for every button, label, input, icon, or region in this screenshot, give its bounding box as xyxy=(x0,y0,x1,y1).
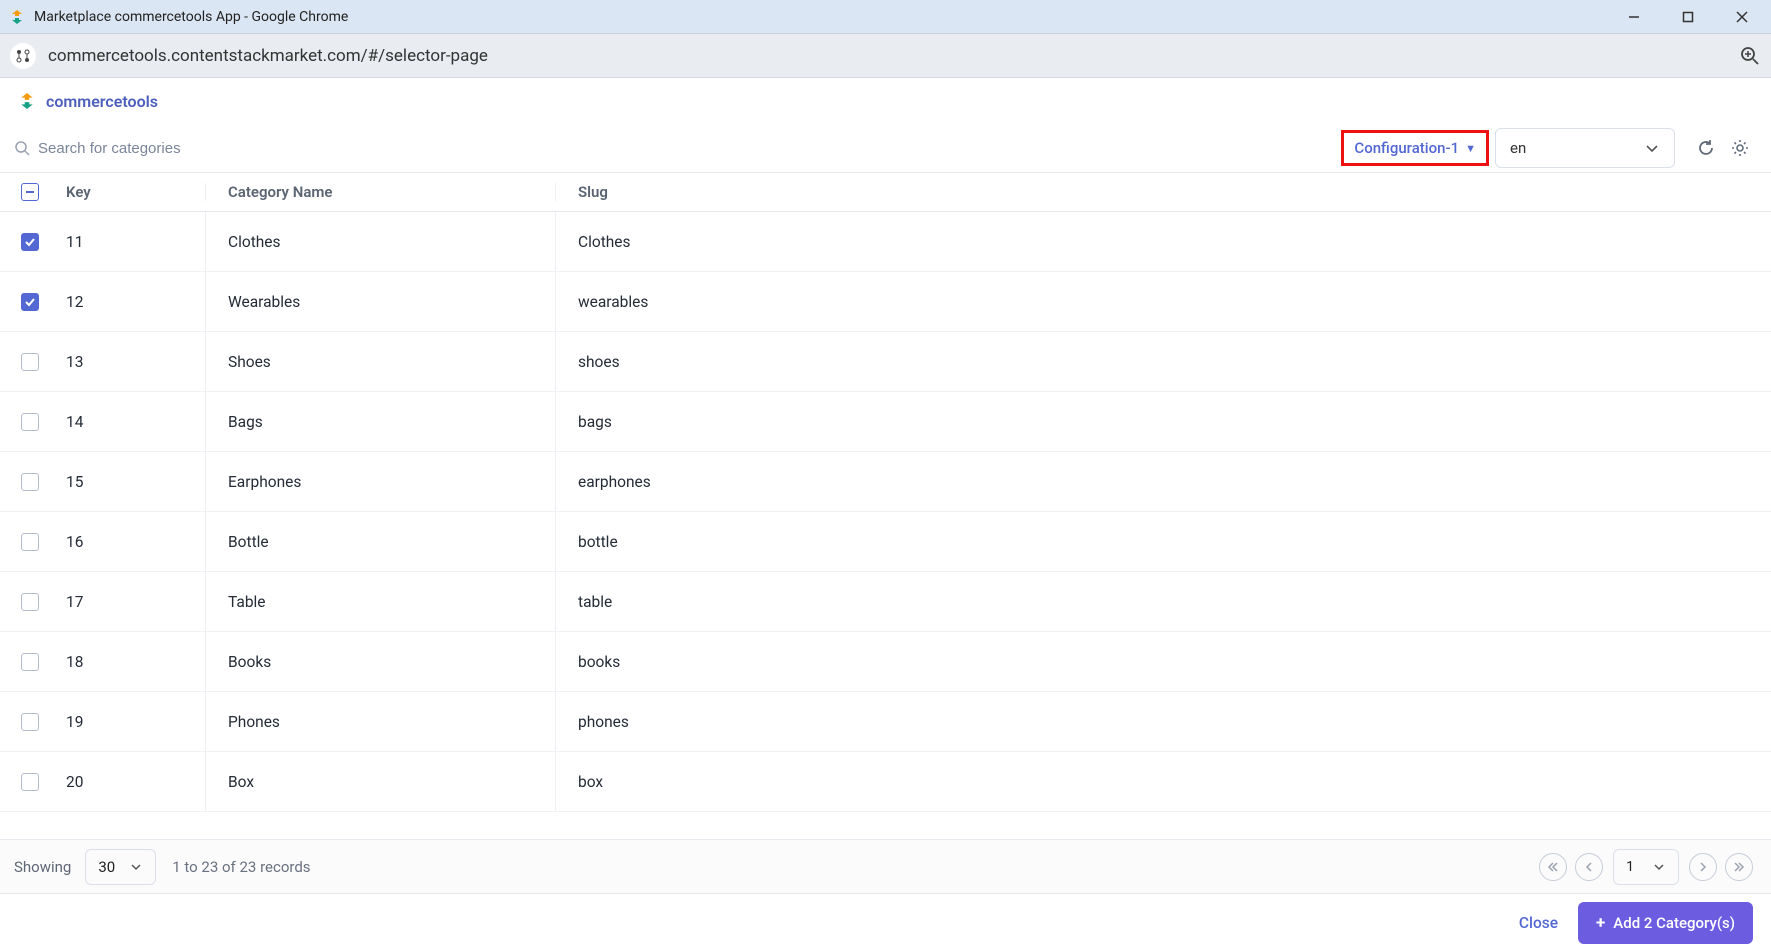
table-row[interactable]: 18 Books books xyxy=(0,632,1771,692)
row-checkbox[interactable] xyxy=(21,533,39,551)
cell-name: Shoes xyxy=(205,332,555,391)
chevron-down-icon xyxy=(1652,860,1666,874)
page-number-dropdown[interactable]: 1 xyxy=(1613,849,1679,885)
cell-name: Bags xyxy=(205,392,555,451)
close-window-button[interactable] xyxy=(1729,4,1755,30)
table-row[interactable]: 19 Phones phones xyxy=(0,692,1771,752)
table-row[interactable]: 11 Clothes Clothes xyxy=(0,212,1771,272)
row-checkbox[interactable] xyxy=(21,473,39,491)
page-next-button[interactable] xyxy=(1689,853,1717,881)
url-text[interactable]: commercetools.contentstackmarket.com/#/s… xyxy=(48,46,1739,66)
cell-slug: earphones xyxy=(555,452,1771,511)
window-title: Marketplace commercetools App - Google C… xyxy=(34,9,1621,25)
table-header-row: Key Category Name Slug xyxy=(0,172,1771,212)
row-checkbox[interactable] xyxy=(21,713,39,731)
cell-key: 18 xyxy=(60,653,205,671)
cell-name: Wearables xyxy=(205,272,555,331)
cell-slug: Clothes xyxy=(555,212,1771,271)
app-header: commercetools xyxy=(0,78,1771,124)
cell-key: 13 xyxy=(60,353,205,371)
cell-name: Earphones xyxy=(205,452,555,511)
cell-key: 14 xyxy=(60,413,205,431)
cell-key: 20 xyxy=(60,773,205,791)
configuration-dropdown[interactable]: Configuration-1 ▼ xyxy=(1341,130,1489,166)
site-info-icon[interactable] xyxy=(10,43,36,69)
configuration-label: Configuration-1 xyxy=(1354,139,1459,157)
page-size-dropdown[interactable]: 30 xyxy=(85,849,156,885)
commercetools-logo-icon xyxy=(18,92,36,110)
row-checkbox[interactable] xyxy=(21,233,39,251)
refresh-button[interactable] xyxy=(1689,131,1723,165)
close-button[interactable]: Close xyxy=(1519,914,1558,932)
cell-slug: box xyxy=(555,752,1771,811)
cell-key: 16 xyxy=(60,533,205,551)
cell-name: Bottle xyxy=(205,512,555,571)
page-last-button[interactable] xyxy=(1725,853,1753,881)
pagination-bar: Showing 30 1 to 23 of 23 records 1 xyxy=(0,839,1771,893)
browser-addressbar: commercetools.contentstackmarket.com/#/s… xyxy=(0,33,1771,77)
current-page-value: 1 xyxy=(1626,859,1634,875)
select-all-checkbox[interactable] xyxy=(21,183,39,201)
cell-key: 15 xyxy=(60,473,205,491)
add-button-label: Add 2 Category(s) xyxy=(1613,914,1735,932)
column-header-name[interactable]: Category Name xyxy=(205,183,555,201)
chevron-down-icon xyxy=(129,860,143,874)
cell-key: 12 xyxy=(60,293,205,311)
cell-name: Table xyxy=(205,572,555,631)
row-checkbox[interactable] xyxy=(21,653,39,671)
cell-name: Phones xyxy=(205,692,555,751)
locale-label: en xyxy=(1510,139,1526,157)
cell-slug: phones xyxy=(555,692,1771,751)
row-checkbox[interactable] xyxy=(21,773,39,791)
search-icon xyxy=(14,140,30,156)
chevron-down-icon xyxy=(1644,140,1660,156)
app-title: commercetools xyxy=(46,92,158,111)
cell-slug: books xyxy=(555,632,1771,691)
minimize-button[interactable] xyxy=(1621,4,1647,30)
browser-titlebar: Marketplace commercetools App - Google C… xyxy=(0,0,1771,33)
row-checkbox[interactable] xyxy=(21,293,39,311)
zoom-icon[interactable] xyxy=(1739,45,1761,67)
row-checkbox[interactable] xyxy=(21,413,39,431)
table-row[interactable]: 14 Bags bags xyxy=(0,392,1771,452)
row-checkbox[interactable] xyxy=(21,593,39,611)
table-row[interactable]: 17 Table table xyxy=(0,572,1771,632)
cell-key: 17 xyxy=(60,593,205,611)
table-row[interactable]: 12 Wearables wearables xyxy=(0,272,1771,332)
locale-dropdown[interactable]: en xyxy=(1495,128,1675,168)
app-window-icon xyxy=(8,8,26,26)
categories-table: Key Category Name Slug 11 Clothes Clothe… xyxy=(0,172,1771,839)
table-row[interactable]: 20 Box box xyxy=(0,752,1771,812)
column-header-slug[interactable]: Slug xyxy=(555,183,1771,201)
cell-slug: wearables xyxy=(555,272,1771,331)
row-checkbox[interactable] xyxy=(21,353,39,371)
add-category-button[interactable]: + Add 2 Category(s) xyxy=(1578,902,1753,944)
cell-slug: shoes xyxy=(555,332,1771,391)
cell-slug: bottle xyxy=(555,512,1771,571)
showing-label: Showing xyxy=(14,858,71,876)
caret-down-icon: ▼ xyxy=(1465,142,1476,155)
cell-key: 11 xyxy=(60,233,205,251)
page-size-value: 30 xyxy=(98,858,115,876)
settings-button[interactable] xyxy=(1723,131,1757,165)
table-row[interactable]: 13 Shoes shoes xyxy=(0,332,1771,392)
cell-slug: table xyxy=(555,572,1771,631)
toolbar: Configuration-1 ▼ en xyxy=(0,124,1771,172)
page-prev-button[interactable] xyxy=(1575,853,1603,881)
cell-key: 19 xyxy=(60,713,205,731)
cell-slug: bags xyxy=(555,392,1771,451)
table-row[interactable]: 15 Earphones earphones xyxy=(0,452,1771,512)
maximize-button[interactable] xyxy=(1675,4,1701,30)
action-bar: Close + Add 2 Category(s) xyxy=(0,893,1771,951)
cell-name: Box xyxy=(205,752,555,811)
records-text: 1 to 23 of 23 records xyxy=(172,858,310,876)
column-header-key[interactable]: Key xyxy=(60,183,205,201)
table-row[interactable]: 16 Bottle bottle xyxy=(0,512,1771,572)
cell-name: Books xyxy=(205,632,555,691)
plus-icon: + xyxy=(1596,913,1605,933)
page-first-button[interactable] xyxy=(1539,853,1567,881)
search-input[interactable] xyxy=(38,140,318,157)
cell-name: Clothes xyxy=(205,212,555,271)
